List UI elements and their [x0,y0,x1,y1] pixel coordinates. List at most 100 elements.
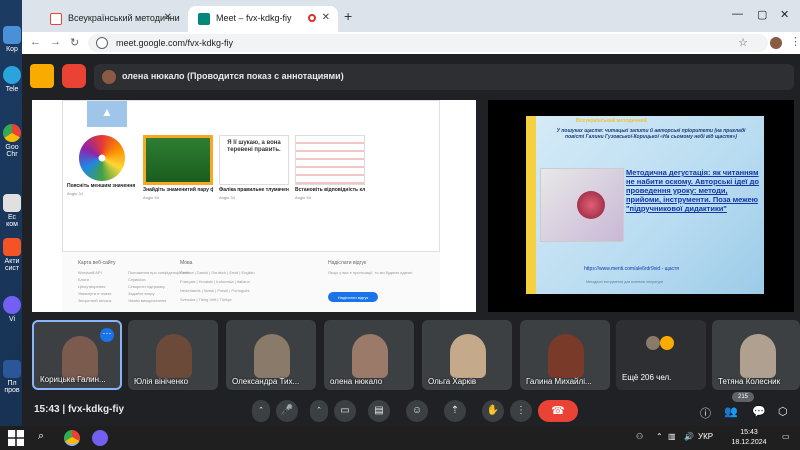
footer-link[interactable]: Увімкнути в тимах [78,291,112,296]
emoji-reactions-button[interactable]: ☺ [406,400,428,422]
network-icon[interactable]: ▥ [668,432,676,441]
card-title: Поясніть меншим значення [67,183,136,189]
desktop-shortcut-1[interactable]: Кор [2,26,22,53]
language-links[interactable]: Svenska | Tiếng Việt | Türkçe [180,297,232,302]
close-icon[interactable]: ✕ [164,12,172,23]
activities-icon[interactable]: ⬡ [778,405,788,418]
close-icon[interactable]: ✕ [322,12,330,23]
tab-methodical[interactable]: Всеукраїнський методичний ✕ [40,6,180,32]
bookmark-star-icon[interactable]: ☆ [738,36,748,49]
language-links[interactable]: Français | Hrvatski | Indonesia | Italia… [180,279,250,284]
language-indicator[interactable]: УКР [698,432,713,441]
video-feed [548,334,584,378]
notification-icon[interactable]: ▭ [782,432,790,441]
footer-link[interactable]: Сервісіси [128,277,145,282]
forward-button[interactable]: → [50,36,61,48]
video-feed [450,334,486,378]
chevron-up-icon[interactable]: ⌃ [656,432,663,441]
card-meta: Anglo 34 [67,191,83,196]
meet-window: олена нюкало (Проводится показ с аннотац… [22,54,800,426]
participant-name: олена нюкало [330,377,383,386]
desktop-shortcut-chrome[interactable]: Goo Chr [2,124,22,158]
desktop-shortcut-4[interactable]: Акти сист [2,238,22,272]
chat-icon[interactable]: 💬 [752,405,766,418]
footer-link[interactable]: Wordwall API [78,270,102,275]
page-footer: Карта веб-сайту Wordwall API Блоги Ціноу… [62,252,440,312]
shortcut-label: Tele [5,86,19,93]
footer-link[interactable]: Умови використання [128,298,166,303]
participant-tile[interactable]: Юлія вініченко [128,320,218,390]
system-clock[interactable]: 15:43 18.12.2024 [724,428,774,448]
shared-screen-wordwall[interactable]: ▲ Поясніть меншим значення Anglo 34 Знай… [32,100,476,312]
desktop-shortcut-word[interactable]: Пл пров [2,360,22,394]
participant-tile[interactable]: Олександра Тих... [226,320,316,390]
back-button[interactable]: ← [30,36,41,48]
people-icon[interactable]: 👥 [724,405,738,418]
more-options-icon[interactable]: ⋯ [100,328,114,342]
people-tray-icon[interactable]: ⚇ [636,432,643,441]
url-field[interactable]: meet.google.com/fvx-kdkg-fiy ☆ [88,34,768,52]
activity-card[interactable]: Я її шукаю, а вона теревені править. Фал… [219,135,289,207]
footer-link[interactable]: Блоги [78,277,89,282]
upload-icon[interactable]: ▲ [87,101,127,127]
footer-link[interactable]: Зворотний зв'язок [78,298,111,303]
audio-settings-chevron[interactable]: ⌃ [252,400,270,422]
minimize-button[interactable]: — [732,8,743,20]
activity-card[interactable]: Встановіть відповідність клітинками Angl… [295,135,365,207]
volume-icon[interactable]: 🔊 [684,432,694,441]
stop-presenting-button[interactable] [62,64,86,88]
desktop-shortcut-viber[interactable]: Vi [2,296,22,323]
activity-card[interactable]: Поясніть меншим значення Anglo 34 [67,135,137,207]
participant-name: Ольга Харків [428,377,477,386]
more-options-button[interactable]: ⋮ [510,400,532,422]
meeting-time: 15:43 [34,404,60,415]
windows-start-icon[interactable] [8,430,24,446]
participant-tile[interactable]: ⋯ Корицька Галин... [32,320,122,390]
viber-taskbar-icon[interactable] [92,430,108,446]
end-call-button[interactable]: ☎ [538,400,578,422]
video-feed [352,334,388,378]
profile-avatar[interactable] [770,37,782,49]
participant-tile[interactable]: Галина Михайлі... [520,320,610,390]
footer-link[interactable]: Задайте вгору [128,291,154,296]
present-button[interactable]: ⇡ [444,400,466,422]
participant-tile[interactable]: Ольга Харків [422,320,512,390]
microphone-button[interactable]: 🎤 [276,400,298,422]
reload-button[interactable]: ↻ [70,36,79,49]
taskbar: ⌕ ⚇ ⌃ ▥ 🔊 УКР 15:43 18.12.2024 ▭ [0,426,800,450]
meeting-info: 15:43 | fvx-kdkg-fiy [34,404,125,415]
tab-meet[interactable]: Meet – fvx-kdkg-fiy ✕ [188,6,338,32]
video-settings-chevron[interactable]: ⌃ [310,400,328,422]
slide-link[interactable]: https://www.menti.com/ale6rdr9xid - щаст… [584,266,679,272]
camera-button[interactable]: ▭ [334,400,356,422]
address-bar: ← → ↻ meet.google.com/fvx-kdkg-fiy ☆ [22,32,800,54]
chrome-taskbar-icon[interactable] [64,430,80,446]
browser-menu-icon[interactable]: ⋮ [790,35,800,48]
site-info-icon[interactable] [96,37,108,49]
maximize-button[interactable]: ▢ [757,8,767,21]
close-window-button[interactable]: ✕ [780,8,789,21]
participant-tile[interactable]: олена нюкало [324,320,414,390]
language-links[interactable]: Nederlands | Norsk | Polski | Português [180,288,250,293]
meeting-details-icon[interactable]: ⓘ [700,405,711,421]
participant-tile[interactable]: Тетяна Колесник [712,320,800,390]
others-tile[interactable]: Ещё 206 чел. [616,320,706,390]
slide-content: Всеукраїнський методичний У пошуках щаст… [526,116,764,294]
search-icon[interactable]: ⌕ [38,430,44,443]
footer-link[interactable]: Створити підтримку [128,284,165,289]
activity-card[interactable]: Знайдіть знаменитий пару фр Anglo 34 [143,135,213,207]
desktop-shortcut-3[interactable]: Ес ком [2,194,22,228]
language-links[interactable]: Čeština | Dansk | Deutsch | Eesti | Engl… [180,270,255,275]
feedback-button[interactable]: Надіслати відгук [328,292,378,302]
footer-link[interactable]: Ціноутворення [78,284,105,289]
clock-date: 18.12.2024 [731,439,767,446]
annotation-toggle-button[interactable] [30,64,54,88]
shortcut-label: Кор [6,46,18,53]
shared-presentation[interactable]: Всеукраїнський методичний У пошуках щаст… [488,100,794,312]
wordwall-page: ▲ Поясніть меншим значення Anglo 34 Знай… [62,100,440,252]
new-tab-button[interactable]: + [344,8,352,24]
avatar [646,336,660,350]
captions-button[interactable]: ▤ [368,400,390,422]
desktop-shortcut-telegram[interactable]: Tele [2,66,22,93]
raise-hand-button[interactable]: ✋ [482,400,504,422]
